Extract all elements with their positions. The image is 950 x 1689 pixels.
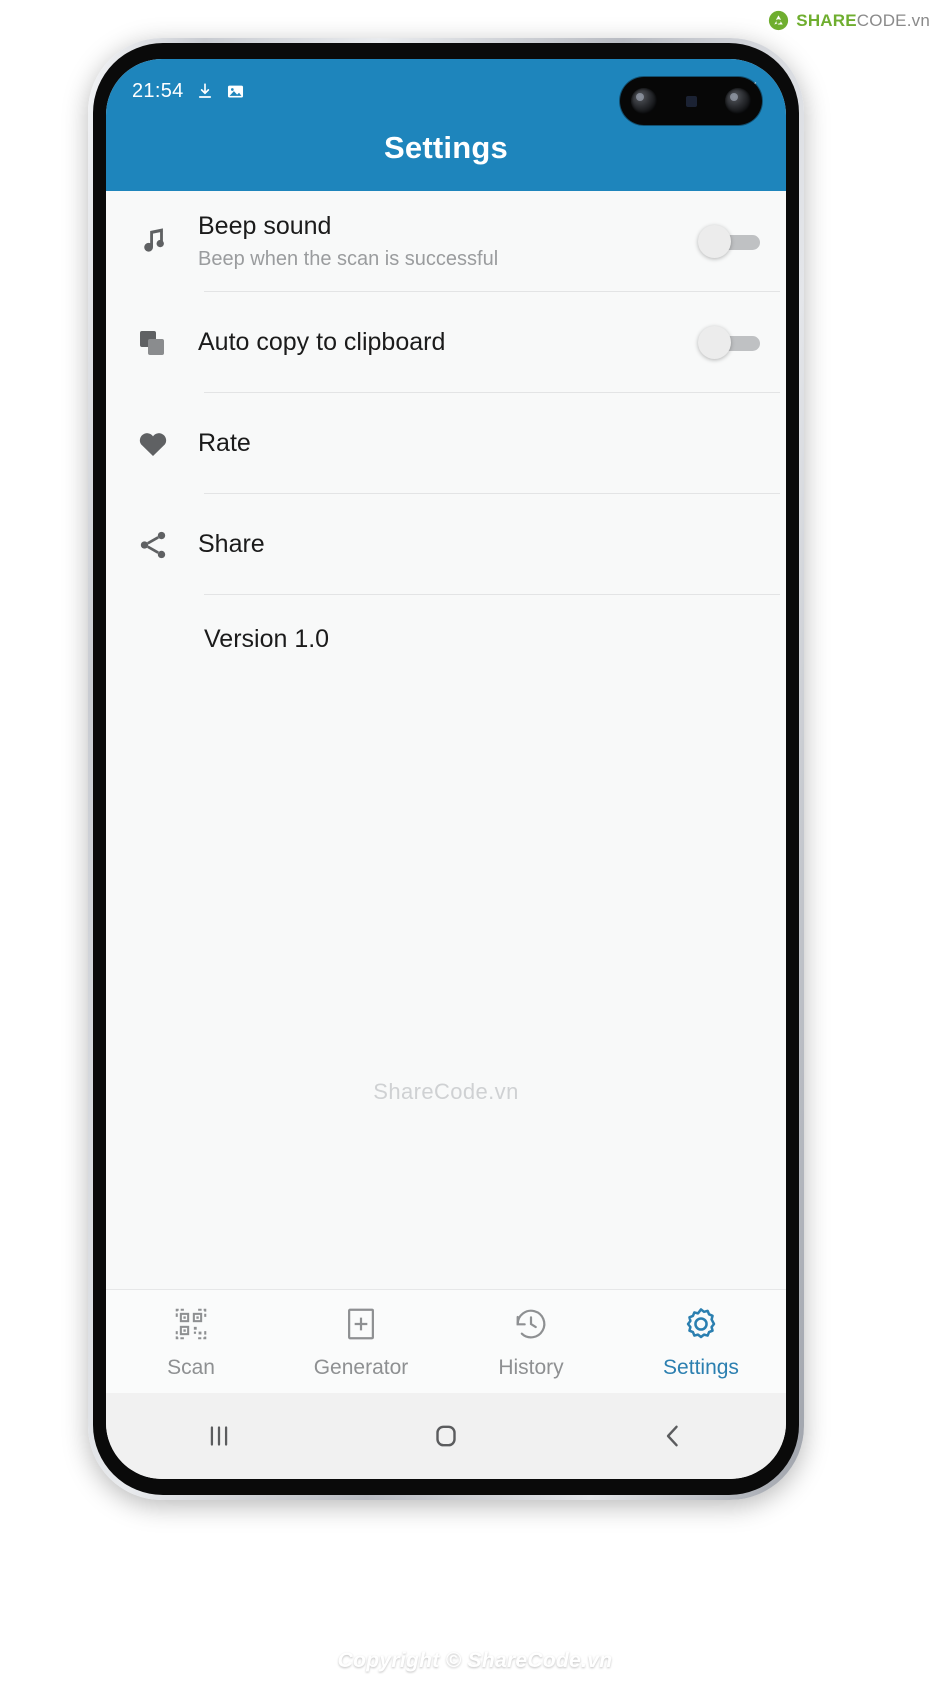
brand-code-text: CODE [856,10,907,30]
status-clock: 21:54 [132,79,184,102]
music-note-icon [136,225,198,259]
phone-screen: 21:54 Settings Beep sound Beep when the … [106,59,786,1479]
tab-scan[interactable]: Scan [106,1290,276,1393]
setting-row-beep-sound[interactable]: Beep sound Beep when the scan is success… [106,191,786,292]
app-bar: 21:54 Settings [106,59,786,191]
settings-list: Beep sound Beep when the scan is success… [106,191,786,1289]
image-icon [226,82,245,101]
setting-title: Auto copy to clipboard [198,327,446,356]
brand-vn-text: .vn [906,10,930,30]
status-bar-left: 21:54 [132,80,245,103]
setting-row-auto-copy-text: Auto copy to clipboard [198,327,698,358]
setting-title: Beep sound [198,211,332,240]
footer-copyright: Copyright © ShareCode.vn [337,1649,613,1672]
setting-title: Share [198,529,265,558]
auto-copy-toggle[interactable] [698,325,760,359]
history-clock-icon [512,1305,550,1348]
tab-label: Generator [313,1356,409,1379]
recents-icon[interactable] [169,1406,269,1466]
screen-watermark: ShareCode.vn [373,1079,519,1104]
setting-subtitle: Beep when the scan is successful [198,248,499,271]
share-nodes-icon [136,528,198,562]
tab-label: Scan [167,1356,215,1379]
front-camera-lens-right [725,88,751,114]
tab-label: Settings [663,1356,739,1379]
copy-icon [136,327,198,359]
setting-row-rate-text: Rate [198,428,760,459]
version-row: Version 1.0 [106,595,786,683]
qr-code-icon [172,1305,210,1348]
version-label: Version 1.0 [204,624,330,653]
setting-row-share-text: Share [198,529,760,560]
phone-bezel: 21:54 Settings Beep sound Beep when the … [93,43,799,1495]
toggle-knob [698,325,731,359]
front-camera-lens-left [631,88,657,114]
home-icon[interactable] [396,1406,496,1466]
bottom-tab-bar: Scan Generator History Settings [106,1289,786,1393]
tab-history[interactable]: History [446,1290,616,1393]
beep-sound-toggle[interactable] [698,224,760,258]
tab-generator[interactable]: Generator [276,1290,446,1393]
setting-row-beep-sound-text: Beep sound Beep when the scan is success… [198,211,698,272]
toggle-knob [698,224,731,258]
setting-title: Rate [198,428,251,457]
android-nav-bar [106,1393,786,1479]
brand-wordmark: SHARECODE.vn [796,11,930,31]
page-fade [0,1599,950,1689]
setting-row-rate[interactable]: Rate [106,393,786,494]
plus-square-icon [342,1305,380,1348]
back-icon[interactable] [623,1406,723,1466]
tab-label: History [498,1356,564,1379]
phone-device: 21:54 Settings Beep sound Beep when the … [88,38,804,1500]
setting-row-auto-copy[interactable]: Auto copy to clipboard [106,292,786,393]
download-icon [196,82,214,100]
heart-icon [136,427,198,461]
tab-settings[interactable]: Settings [616,1290,786,1393]
camera-sensor [685,95,697,107]
recycle-icon [769,10,789,31]
brand-share-text: SHARE [796,10,857,30]
camera-cutout [620,77,762,125]
sharecode-logo: SHARECODE.vn [768,10,930,31]
setting-row-share[interactable]: Share [106,494,786,595]
gear-icon [682,1305,720,1348]
